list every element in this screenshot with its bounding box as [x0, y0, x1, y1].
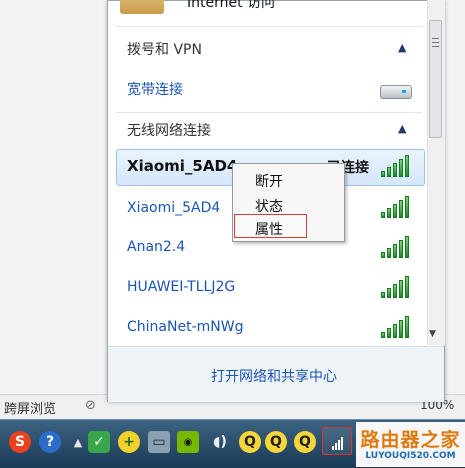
menu-item-disconnect[interactable]: 断开 [255, 171, 283, 191]
wifi-network-name[interactable]: ChinaNet-mNWg [127, 319, 243, 335]
speaker-icon[interactable]: ◖) [209, 431, 231, 453]
shield-icon[interactable]: ✓ [88, 431, 110, 453]
broadband-connection[interactable]: 宽带连接 [127, 79, 183, 99]
separator [116, 112, 422, 113]
monitor-icon[interactable]: ▭ [148, 431, 170, 453]
dialup-group-title[interactable]: 拨号和 VPN [127, 39, 202, 59]
signal-strength-icon [381, 196, 411, 218]
watermark: 路由器之家 LUYOUQI520.COM [356, 422, 465, 467]
qq-icon[interactable]: Q [294, 431, 316, 453]
chevron-up-icon[interactable]: ▲ [398, 122, 406, 135]
wifi-network-name[interactable]: HUAWEI-TLLJ2G [127, 279, 235, 295]
nvidia-icon[interactable]: ◉ [177, 431, 199, 453]
signal-strength-icon [381, 155, 411, 177]
wifi-network-name[interactable]: Anan2.4 [127, 239, 185, 255]
broadband-modem-icon [380, 85, 412, 99]
wifi-network-name[interactable]: Xiaomi_5AD4 [127, 200, 220, 216]
open-network-sharing-center-link[interactable]: 打开网络和共享中心 [211, 366, 337, 386]
wireless-group-title[interactable]: 无线网络连接 [127, 120, 211, 140]
menu-item-properties[interactable]: 属性 [255, 219, 283, 239]
scrollbar-grip-line [432, 42, 439, 43]
cross-screen-browse-label[interactable]: 跨屏浏览 [4, 398, 56, 417]
tray-expand-icon[interactable]: ▲ [67, 431, 89, 453]
signal-strength-icon [381, 276, 411, 298]
status-icon: ⊘ [85, 398, 96, 413]
signal-strength-icon [381, 316, 411, 338]
plus-icon[interactable]: + [118, 431, 140, 453]
signal-strength-icon [381, 236, 411, 258]
menu-item-status[interactable]: 状态 [255, 196, 283, 216]
qq-icon[interactable]: Q [265, 431, 287, 453]
network-icon[interactable] [322, 427, 352, 455]
modem-led [402, 90, 406, 93]
chevron-up-icon[interactable]: ▲ [398, 41, 406, 54]
watermark-main: 路由器之家 [360, 429, 461, 451]
internet-access-icon [120, 0, 164, 14]
qq-icon[interactable]: Q [239, 431, 261, 453]
internet-access-label: Internet 访问 [187, 0, 276, 11]
separator [116, 26, 422, 27]
scroll-down-icon[interactable]: ▼ [429, 329, 436, 339]
watermark-sub: LUYOUQI520.COM [365, 451, 456, 461]
help-icon[interactable]: ? [39, 431, 61, 453]
wifi-network-name[interactable]: Xiaomi_5AD4 [127, 157, 237, 175]
sogou-icon[interactable]: S [9, 431, 31, 453]
